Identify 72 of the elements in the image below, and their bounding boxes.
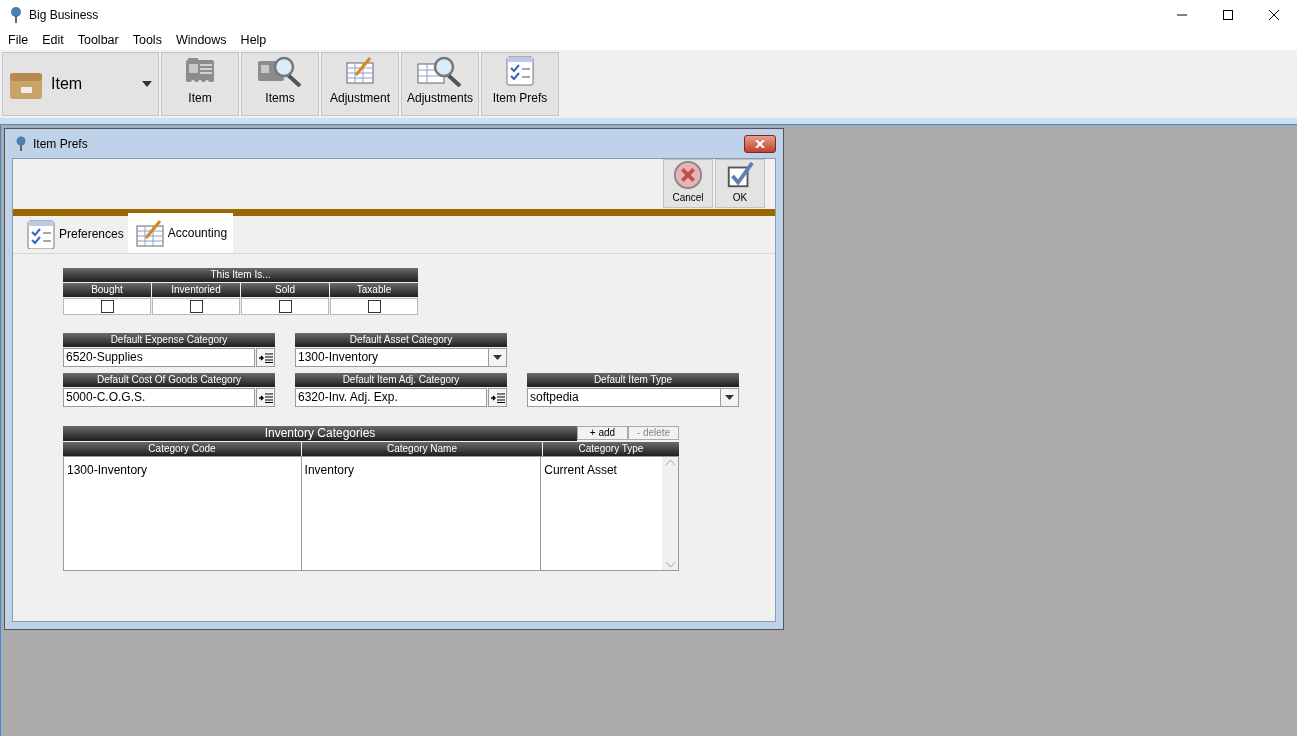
column-header: Sold — [241, 283, 329, 297]
menu-item[interactable]: Tools — [125, 30, 169, 50]
scroll-down-icon — [665, 562, 675, 568]
checklist-icon — [25, 219, 55, 249]
dropdown-field[interactable]: softpedia — [527, 388, 721, 407]
dialog-title: Item Prefs — [33, 135, 89, 153]
cancel-icon — [672, 160, 704, 190]
column-header: Inventoried — [152, 283, 240, 297]
group-header: This Item Is... — [63, 268, 418, 282]
dropdown-field[interactable]: 1300-Inventory — [295, 348, 489, 367]
close-icon[interactable] — [1269, 10, 1279, 20]
field-label: Default Item Type — [527, 373, 739, 387]
caret-icon — [725, 395, 734, 400]
app-icon — [9, 6, 23, 24]
column-header: Taxable — [330, 283, 418, 297]
field-label: Default Item Adj. Category — [295, 373, 507, 387]
field-label: Default Expense Category — [63, 333, 275, 347]
lookup-icon — [258, 352, 273, 363]
table-cell-text: Inventory — [304, 462, 355, 479]
tab[interactable]: Accounting — [127, 213, 234, 253]
checkbox[interactable] — [100, 300, 114, 313]
column-header: Category Code — [63, 442, 301, 456]
menu-item[interactable]: Help — [233, 30, 274, 50]
table-cell-text: 1300-Inventory — [67, 462, 149, 479]
dropdown-button[interactable] — [489, 348, 507, 367]
scroll-up-icon — [665, 459, 675, 465]
lookup-button[interactable] — [488, 388, 507, 407]
caret-icon — [493, 355, 502, 360]
lookup-button[interactable] — [256, 348, 275, 367]
toolbar-button[interactable]: Adjustment — [321, 52, 399, 116]
table-action-button[interactable]: + add — [577, 426, 628, 440]
dropdown-button[interactable] — [721, 388, 739, 407]
maximize-icon[interactable] — [1223, 10, 1233, 20]
scrollbar[interactable] — [662, 457, 678, 570]
input-field[interactable]: 6320-Inv. Adj. Exp. — [295, 388, 487, 407]
toolbar-button[interactable]: Items — [241, 52, 319, 116]
table-title: Inventory Categories — [63, 426, 577, 441]
checkbox[interactable] — [367, 300, 381, 313]
column-header: Category Type — [543, 442, 679, 456]
cancel-button[interactable]: Cancel — [663, 159, 713, 208]
window-title: Big Business — [29, 7, 100, 24]
card-search-icon — [256, 55, 304, 87]
tab[interactable]: Preferences — [21, 215, 128, 253]
menu-item[interactable]: File — [1, 30, 36, 50]
toolbar-button[interactable]: Item Prefs — [481, 52, 559, 116]
field-label: Default Cost Of Goods Category — [63, 373, 275, 387]
lookup-button[interactable] — [256, 388, 275, 407]
lookup-icon — [258, 392, 273, 403]
lookup-icon — [490, 392, 505, 403]
table-cell-text: Current Asset — [544, 462, 618, 479]
caret-icon — [142, 81, 152, 87]
toolbar-button[interactable]: Item — [161, 52, 239, 116]
ok-button[interactable]: OK — [715, 159, 765, 208]
spreadsheet-icon — [344, 55, 376, 87]
column-header: Bought — [63, 283, 151, 297]
input-field[interactable]: 6520-Supplies — [63, 348, 255, 367]
input-field[interactable]: 5000-C.O.G.S. — [63, 388, 255, 407]
toolbar-button[interactable]: Adjustments — [401, 52, 479, 116]
menu-item[interactable]: Toolbar — [70, 30, 126, 50]
spreadsheet-search-icon — [416, 55, 464, 87]
menu-item[interactable]: Edit — [35, 30, 71, 50]
menu-item[interactable]: Windows — [168, 30, 234, 50]
checkbox[interactable] — [189, 300, 203, 313]
checklist-icon — [504, 55, 536, 87]
checkbox[interactable] — [278, 300, 292, 313]
field-label: Default Asset Category — [295, 333, 507, 347]
column-header: Category Name — [302, 442, 542, 456]
module-dropdown[interactable]: Item — [2, 52, 159, 116]
spreadsheet-icon — [133, 218, 164, 248]
close-icon — [755, 139, 765, 148]
app-icon — [15, 135, 27, 152]
close-button[interactable] — [744, 134, 776, 153]
